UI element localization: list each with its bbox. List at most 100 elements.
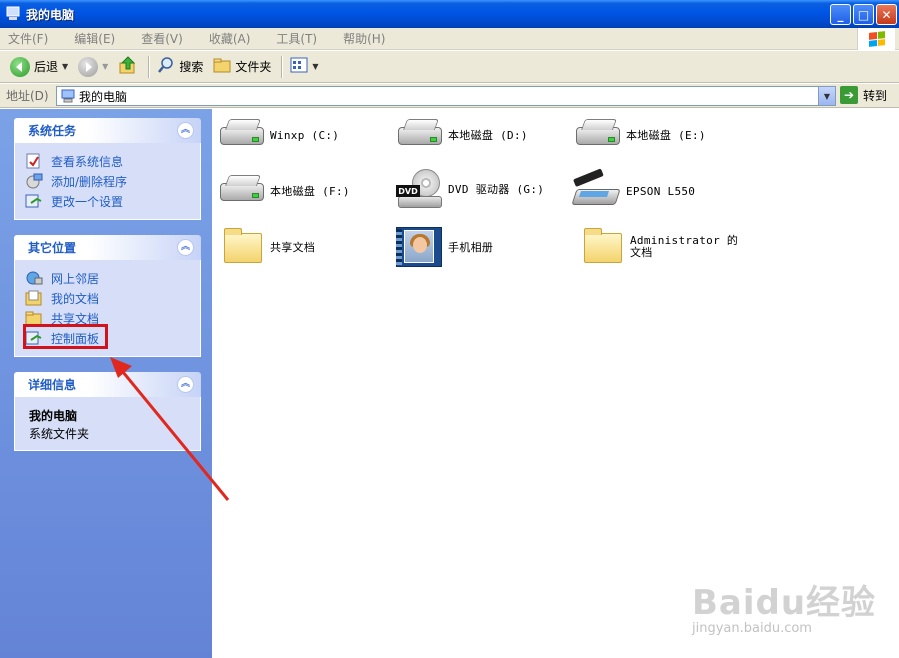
other-places-header[interactable]: 其它位置 ︽ [14, 235, 201, 260]
collapse-icon[interactable]: ︽ [177, 376, 194, 393]
menu-tools[interactable]: 工具(T) [272, 30, 321, 47]
minimize-button[interactable]: _ [830, 4, 851, 25]
toolbar: 后退 ▼ ▼ 搜索 文件夹 ▼ [0, 51, 899, 83]
maximize-button[interactable]: □ [853, 4, 874, 25]
windows-logo-icon [857, 28, 895, 50]
place-network[interactable]: 网上邻居 [25, 268, 200, 288]
drive-g-dvd[interactable]: DVD DVD 驱动器 (G:) [394, 169, 544, 209]
views-button[interactable]: ▼ [286, 54, 322, 80]
menu-help[interactable]: 帮助(H) [339, 30, 389, 47]
back-dropdown-icon[interactable]: ▼ [62, 62, 68, 71]
drive-e[interactable]: 本地磁盘 (E:) [572, 115, 706, 155]
toolbar-separator [281, 55, 283, 78]
views-dropdown-icon: ▼ [312, 62, 319, 71]
my-documents-icon [25, 290, 43, 306]
task-view-system-info[interactable]: 查看系统信息 [25, 151, 200, 171]
back-button[interactable]: 后退 ▼ [6, 54, 72, 80]
system-tasks-panel: 系统任务 ︽ 查看系统信息 添加/删除程序 更改一个设置 [14, 118, 201, 220]
details-name: 我的电脑 [29, 409, 78, 423]
add-remove-programs-icon [25, 173, 43, 189]
item-label: Administrator 的文档 [630, 234, 739, 259]
folders-label: 文件夹 [235, 60, 272, 74]
hard-drive-icon [394, 115, 442, 155]
hard-drive-icon [216, 171, 264, 211]
close-icon: ✕ [881, 7, 892, 22]
item-label: 手机相册 [448, 241, 494, 254]
task-label: 查看系统信息 [51, 154, 124, 169]
watermark: Baidu经验 jingyan.baidu.com [692, 561, 892, 651]
my-computer-icon [6, 6, 20, 22]
collapse-icon[interactable]: ︽ [177, 122, 194, 139]
details-type: 系统文件夹 [29, 427, 90, 441]
close-button[interactable]: ✕ [876, 4, 897, 25]
network-places-icon [25, 270, 43, 286]
task-add-remove-programs[interactable]: 添加/删除程序 [25, 171, 200, 191]
control-panel-icon [25, 193, 43, 209]
search-label: 搜索 [179, 60, 204, 74]
folder-icon [576, 227, 624, 267]
my-computer-icon [61, 89, 75, 103]
dvd-drive-icon: DVD [394, 169, 442, 209]
back-label: 后退 [34, 60, 59, 74]
window-title: 我的电脑 [26, 7, 75, 22]
task-change-setting[interactable]: 更改一个设置 [25, 191, 200, 211]
address-dropdown-icon[interactable]: ▼ [818, 87, 835, 105]
menu-bar: 文件(F) 编辑(E) 查看(V) 收藏(A) 工具(T) 帮助(H) [0, 28, 899, 50]
item-label: 本地磁盘 (F:) [270, 185, 350, 198]
details-panel: 详细信息 ︽ 我的电脑 系统文件夹 [14, 372, 201, 451]
drive-d[interactable]: 本地磁盘 (D:) [394, 115, 528, 155]
details-header[interactable]: 详细信息 ︽ [14, 372, 201, 397]
place-label: 我的文档 [51, 291, 100, 306]
forward-dropdown-icon[interactable]: ▼ [102, 62, 108, 71]
task-label: 更改一个设置 [51, 194, 124, 209]
place-label: 网上邻居 [51, 271, 100, 286]
views-icon [290, 57, 308, 76]
system-info-icon [25, 153, 43, 169]
details-title: 详细信息 [28, 378, 77, 392]
folders-button[interactable]: 文件夹 [209, 54, 275, 80]
forward-button[interactable]: ▼ [74, 54, 112, 80]
collapse-icon[interactable]: ︽ [177, 239, 194, 256]
maximize-icon: □ [857, 7, 870, 22]
shared-documents[interactable]: 共享文档 [216, 227, 315, 267]
menu-edit[interactable]: 编辑(E) [70, 30, 119, 47]
toolbar-separator [148, 55, 150, 78]
system-tasks-body: 查看系统信息 添加/删除程序 更改一个设置 [14, 143, 201, 220]
folders-icon [213, 57, 231, 76]
title-bar: 我的电脑 _ □ ✕ [0, 0, 899, 28]
drive-f[interactable]: 本地磁盘 (F:) [216, 171, 350, 211]
go-button[interactable]: ➔ 转到 [840, 86, 887, 104]
phone-album[interactable]: 手机相册 [394, 227, 493, 267]
go-label: 转到 [863, 88, 888, 103]
address-bar: 地址(D) 我的电脑 ▼ ➔ 转到 [0, 84, 899, 108]
up-folder-icon [118, 55, 138, 78]
system-tasks-title: 系统任务 [28, 124, 77, 138]
folder-icon [216, 227, 264, 267]
menu-favorites[interactable]: 收藏(A) [205, 30, 255, 47]
menu-file[interactable]: 文件(F) [4, 30, 52, 47]
up-folder-button[interactable] [114, 54, 142, 80]
watermark-brand: Baidu经验 [692, 583, 877, 623]
item-label: 本地磁盘 (D:) [448, 129, 528, 142]
other-places-title: 其它位置 [28, 241, 77, 255]
menu-view[interactable]: 查看(V) [137, 30, 187, 47]
details-body: 我的电脑 系统文件夹 [14, 397, 201, 451]
address-value: 我的电脑 [79, 89, 128, 104]
address-label: 地址(D) [6, 89, 49, 103]
drive-c[interactable]: Winxp (C:) [216, 115, 339, 155]
task-pane: 系统任务 ︽ 查看系统信息 添加/删除程序 更改一个设置 其它位置 ︽ 网上邻居… [0, 109, 212, 658]
administrator-documents[interactable]: Administrator 的文档 [576, 227, 748, 267]
back-arrow-icon [10, 56, 30, 77]
photo-album-icon [394, 227, 442, 267]
place-my-documents[interactable]: 我的文档 [25, 288, 200, 308]
search-button[interactable]: 搜索 [153, 54, 207, 80]
address-input[interactable]: 我的电脑 ▼ [56, 86, 836, 106]
item-label: 本地磁盘 (E:) [626, 129, 706, 142]
item-label: 共享文档 [270, 241, 316, 254]
watermark-site: jingyan.baidu.com [692, 621, 812, 636]
item-label: DVD 驱动器 (G:) [448, 183, 545, 196]
hard-drive-icon [572, 115, 620, 155]
search-icon [157, 56, 175, 77]
epson-scanner[interactable]: EPSON L550 [571, 168, 695, 211]
system-tasks-header[interactable]: 系统任务 ︽ [14, 118, 201, 143]
